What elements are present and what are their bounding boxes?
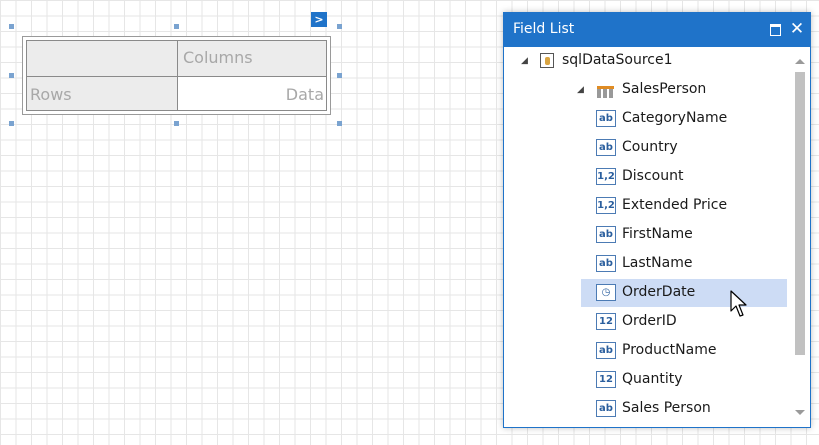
smart-tag-button[interactable]: > (311, 12, 327, 27)
field-item[interactable]: ab CategoryName (504, 105, 790, 133)
field-label: Extended Price (622, 197, 728, 213)
field-type-icon: ◷ (596, 284, 616, 301)
resize-handle-bottom-left[interactable] (9, 121, 14, 126)
panel-header[interactable]: Field List ✕ (504, 13, 810, 47)
tree-node-table[interactable]: ◢ SalesPerson (504, 76, 790, 104)
resize-handle-bottom-right[interactable] (337, 121, 342, 126)
panel-title: Field List (513, 21, 575, 37)
rows-area-label: Rows (30, 85, 72, 104)
field-label: FirstName (622, 226, 693, 242)
field-type-icon: ab (596, 255, 616, 272)
field-item[interactable]: 12 Quantity (504, 366, 790, 394)
field-type-icon: 1,2 (596, 197, 616, 214)
field-type-icon: ab (596, 226, 616, 243)
field-label: ProductName (622, 342, 717, 358)
field-label: LastName (622, 255, 693, 271)
expand-arrow-icon[interactable]: ◢ (577, 85, 584, 95)
field-item[interactable]: ab Sales Person (504, 395, 790, 423)
pivot-grid[interactable]: Columns Rows Data (22, 36, 331, 115)
field-label: OrderID (622, 313, 677, 329)
vertical-scrollbar[interactable] (790, 47, 810, 427)
pivot-rows-area[interactable]: Rows (27, 77, 178, 110)
field-label: OrderDate (622, 284, 696, 300)
field-list-panel: Field List ✕ ◢ sqlDataSource1 ◢ SalesPer… (503, 12, 811, 428)
field-type-icon: 12 (596, 313, 616, 330)
pivot-grid-area: Columns Rows Data (26, 40, 327, 111)
resize-handle-top-right[interactable] (337, 24, 342, 29)
field-label: Country (622, 139, 678, 155)
field-label: CategoryName (622, 110, 728, 126)
resize-handle-top-middle[interactable] (174, 24, 179, 29)
field-item[interactable]: 1,2 Discount (504, 163, 790, 191)
field-label: Quantity (622, 371, 683, 387)
scroll-up-arrow-icon[interactable] (795, 59, 805, 64)
field-type-icon: ab (596, 139, 616, 156)
datasource-label: sqlDataSource1 (562, 52, 673, 68)
data-area-label: Data (285, 85, 324, 104)
field-type-icon: ab (596, 342, 616, 359)
resize-handle-top-left[interactable] (9, 24, 14, 29)
resize-handle-middle-left[interactable] (9, 73, 14, 78)
scroll-thumb[interactable] (795, 72, 805, 355)
expand-arrow-icon[interactable]: ◢ (521, 56, 528, 66)
resize-handle-middle-right[interactable] (337, 73, 342, 78)
field-type-icon: ab (596, 110, 616, 127)
field-tree: ◢ sqlDataSource1 ◢ SalesPerson ab Categor… (504, 47, 790, 427)
field-item[interactable]: 1,2 Extended Price (504, 192, 790, 220)
field-type-icon: ab (596, 400, 616, 417)
field-label: Sales Person (622, 400, 711, 416)
table-label: SalesPerson (622, 81, 707, 97)
field-item[interactable]: ab Country (504, 134, 790, 162)
scroll-down-arrow-icon[interactable] (795, 410, 805, 415)
resize-handle-bottom-middle[interactable] (174, 121, 179, 126)
field-label: Discount (622, 168, 684, 184)
pivot-corner-cell (27, 41, 178, 77)
columns-area-label: Columns (183, 48, 253, 67)
field-item[interactable]: ab ProductName (504, 337, 790, 365)
maximize-icon[interactable] (766, 19, 784, 39)
field-type-icon: 12 (596, 371, 616, 388)
tree-node-datasource[interactable]: ◢ sqlDataSource1 (504, 47, 790, 75)
field-type-icon: 1,2 (596, 168, 616, 185)
field-item[interactable]: ab FirstName (504, 221, 790, 249)
close-icon[interactable]: ✕ (788, 19, 806, 39)
field-item[interactable]: ab LastName (504, 250, 790, 278)
pivot-data-area[interactable]: Data (178, 77, 326, 110)
pivot-columns-area[interactable]: Columns (178, 41, 326, 77)
database-icon (540, 53, 554, 68)
mouse-pointer-icon (730, 290, 747, 317)
table-icon (597, 86, 614, 98)
